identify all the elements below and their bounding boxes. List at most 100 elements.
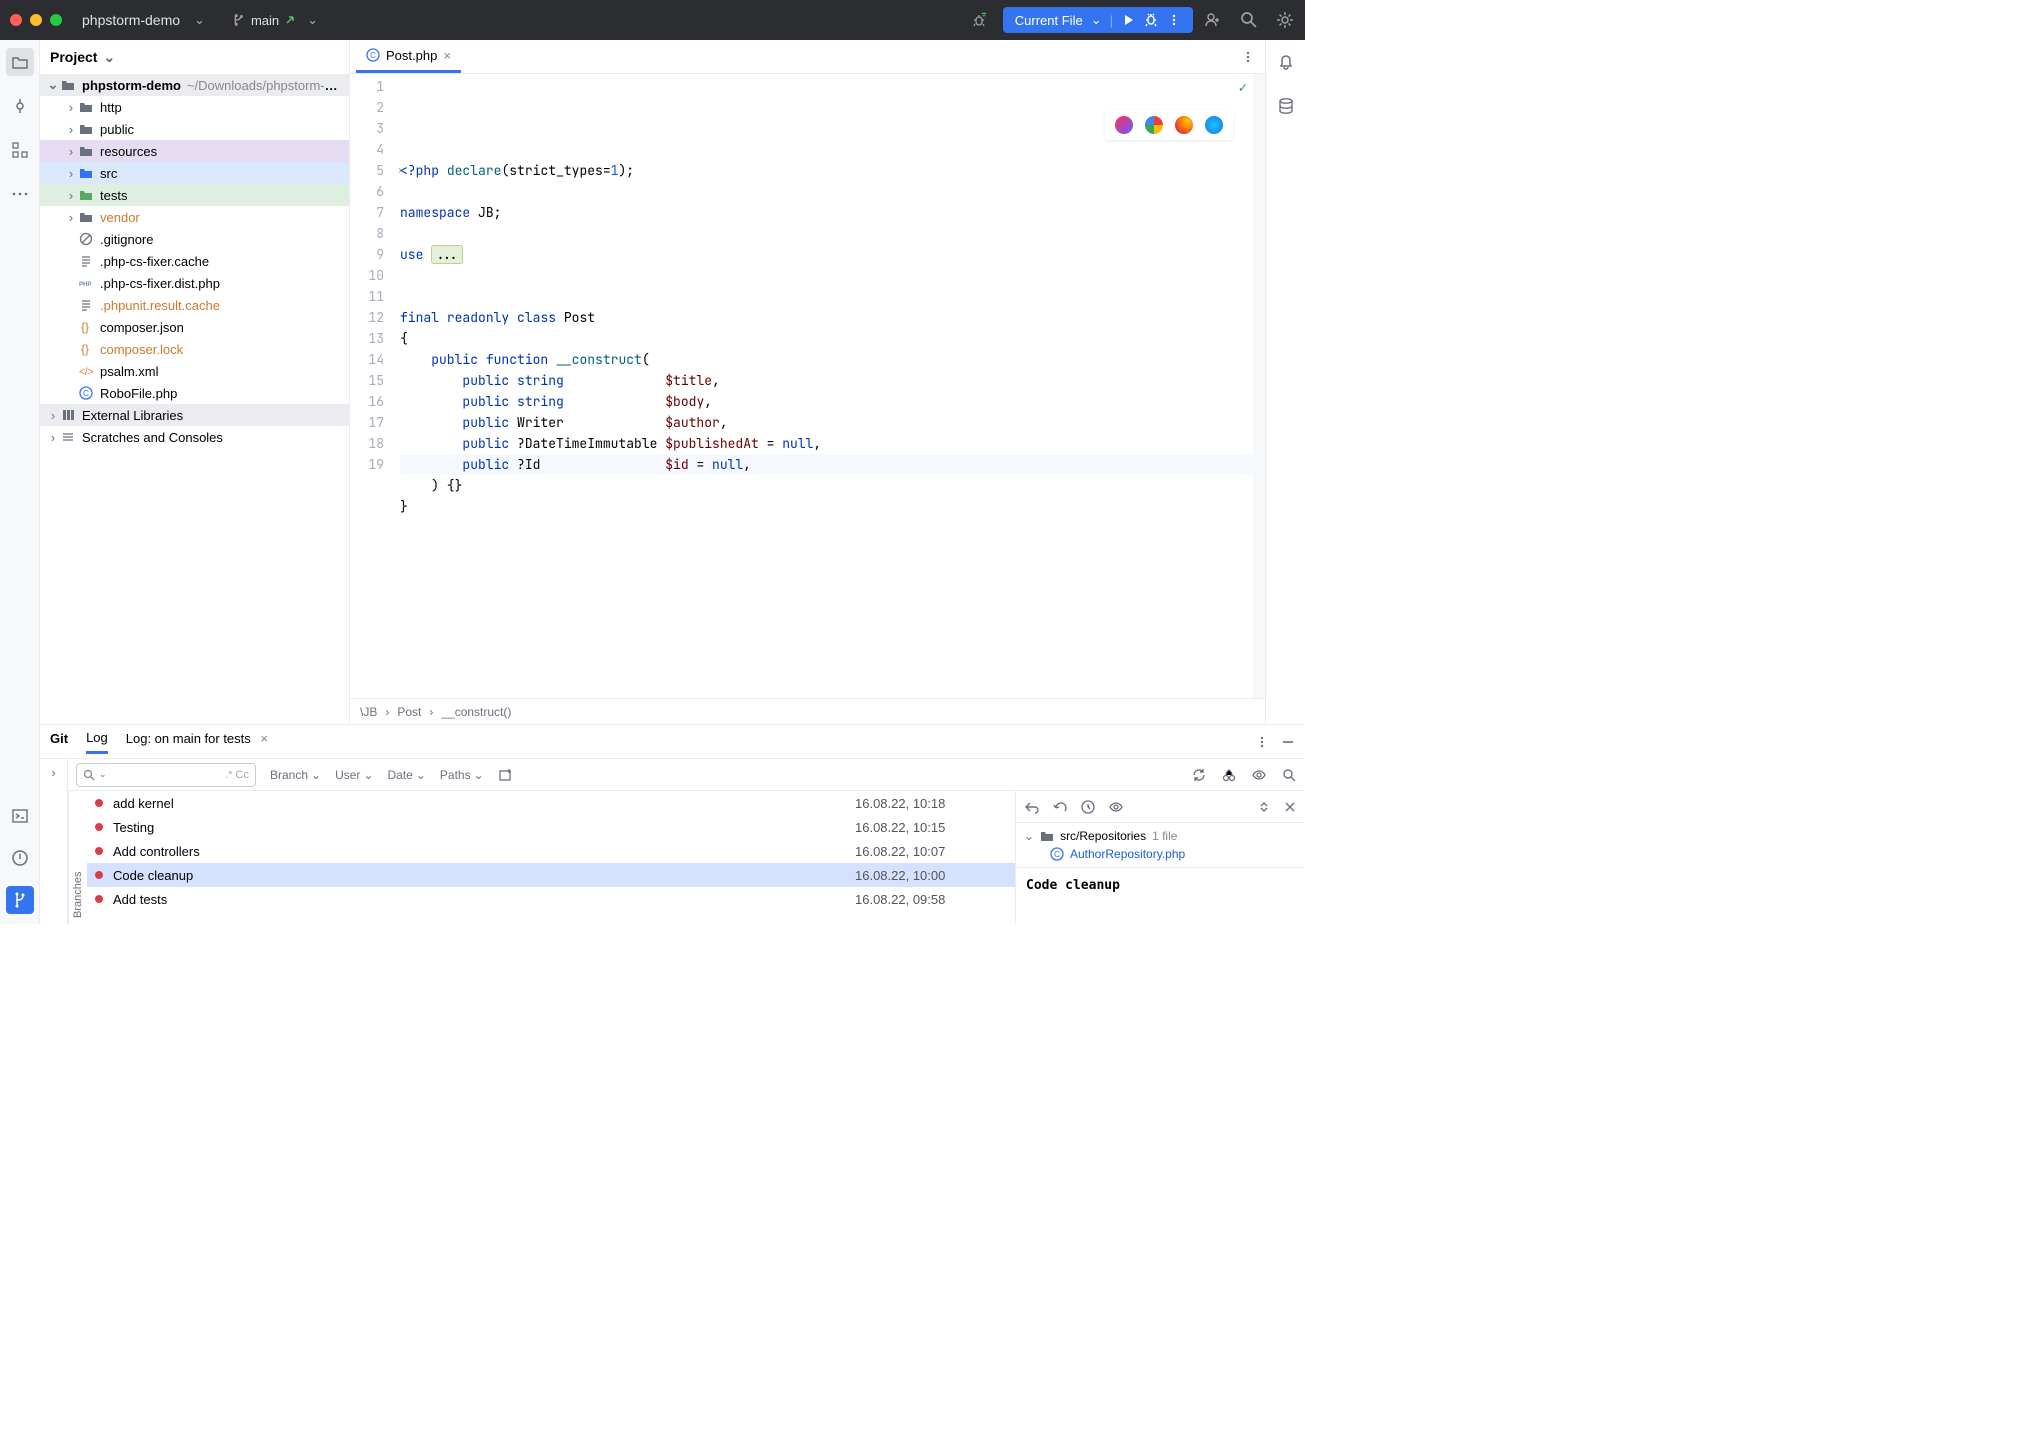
- breadcrumb-item[interactable]: \JB: [360, 705, 377, 719]
- close-icon[interactable]: ×: [443, 48, 451, 63]
- breadcrumbs[interactable]: \JB › Post › __construct(): [350, 698, 1265, 724]
- tree-row[interactable]: .gitignore: [40, 228, 349, 250]
- history-icon[interactable]: [1080, 799, 1096, 815]
- breadcrumb-item[interactable]: Post: [397, 705, 421, 719]
- search-options[interactable]: .* Cc: [225, 769, 249, 781]
- phpstorm-icon[interactable]: [1115, 116, 1133, 134]
- project-tree[interactable]: ⌄ phpstorm-demo~/Downloads/phpstorm-demo…: [40, 74, 349, 724]
- more-icon[interactable]: [1255, 735, 1269, 749]
- tree-row[interactable]: ›resources: [40, 140, 349, 162]
- more-tool-button[interactable]: [6, 180, 34, 208]
- breadcrumb-item[interactable]: __construct(): [441, 705, 511, 719]
- close-window-button[interactable]: [10, 14, 22, 26]
- chevron-right-icon[interactable]: ›: [64, 166, 78, 180]
- tree-row[interactable]: {}composer.json: [40, 316, 349, 338]
- tree-row[interactable]: ›public: [40, 118, 349, 140]
- bug-wifi-icon[interactable]: [969, 10, 989, 30]
- chrome-icon[interactable]: [1145, 116, 1163, 134]
- commit-tool-button[interactable]: [6, 92, 34, 120]
- chevron-down-icon[interactable]: ⌄: [1024, 829, 1034, 843]
- safari-icon[interactable]: [1205, 116, 1223, 134]
- vcs-branch-widget[interactable]: main ⌄: [231, 12, 324, 28]
- refresh-icon[interactable]: [1191, 767, 1207, 783]
- chevron-right-icon[interactable]: ›: [64, 210, 78, 224]
- tree-row[interactable]: </>psalm.xml: [40, 360, 349, 382]
- tree-row[interactable]: PHP.php-cs-fixer.dist.php: [40, 272, 349, 294]
- chevron-right-icon[interactable]: ›: [64, 188, 78, 202]
- code-with-me-icon[interactable]: [1203, 10, 1223, 30]
- chevron-down-icon[interactable]: ⌄: [46, 78, 60, 92]
- git-search-input[interactable]: ⌄ .* Cc: [76, 763, 256, 787]
- commit-row[interactable]: add kernel16.08.22, 10:18: [87, 791, 1015, 815]
- database-tool-button[interactable]: [1272, 92, 1300, 120]
- tree-row[interactable]: ›http: [40, 96, 349, 118]
- tree-row[interactable]: .phpunit.result.cache: [40, 294, 349, 316]
- minimize-window-button[interactable]: [30, 14, 42, 26]
- eye-icon[interactable]: [1108, 799, 1124, 815]
- expand-branches-button[interactable]: ›: [40, 759, 68, 924]
- more-icon[interactable]: [1167, 13, 1181, 27]
- branches-sidebar-label[interactable]: Branches: [68, 791, 87, 924]
- chevron-down-icon[interactable]: ⌄: [103, 49, 115, 66]
- code-area[interactable]: ✓ <?php declare(strict_types=1);namespac…: [394, 74, 1265, 698]
- tree-row[interactable]: ›vendor: [40, 206, 349, 228]
- more-icon[interactable]: [1241, 50, 1255, 64]
- git-tool-button[interactable]: [6, 886, 34, 914]
- commit-row[interactable]: Testing16.08.22, 10:15: [87, 815, 1015, 839]
- filter-user[interactable]: User ⌄: [335, 768, 373, 782]
- tree-root[interactable]: ⌄ phpstorm-demo~/Downloads/phpstorm-demo: [40, 74, 349, 96]
- revert-icon[interactable]: [1024, 799, 1040, 815]
- git-tab-log[interactable]: Log: [86, 730, 108, 754]
- chevron-right-icon[interactable]: ›: [64, 100, 78, 114]
- chevron-down-icon[interactable]: ⌄: [99, 769, 107, 780]
- open-new-tab-icon[interactable]: [498, 767, 514, 783]
- debug-icon[interactable]: [1143, 12, 1159, 28]
- notifications-tool-button[interactable]: [1272, 48, 1300, 76]
- editor-tab[interactable]: C Post.php ×: [356, 40, 461, 73]
- cherry-pick-icon[interactable]: [1221, 767, 1237, 783]
- folder-src-icon: [78, 165, 94, 181]
- filter-branch[interactable]: Branch ⌄: [270, 768, 321, 782]
- git-tab-log2[interactable]: Log: on main for tests ×: [126, 731, 268, 752]
- project-tool-button[interactable]: [6, 48, 34, 76]
- undo-icon[interactable]: [1052, 799, 1068, 815]
- commits-list[interactable]: add kernel16.08.22, 10:18Testing16.08.22…: [87, 791, 1015, 924]
- tree-row[interactable]: ›src: [40, 162, 349, 184]
- problems-tool-button[interactable]: [6, 844, 34, 872]
- file-group[interactable]: ⌄ src/Repositories 1 file: [1024, 829, 1297, 843]
- editor-marker-strip[interactable]: [1253, 74, 1265, 698]
- commit-row[interactable]: Add tests16.08.22, 09:58: [87, 887, 1015, 911]
- tree-row[interactable]: .php-cs-fixer.cache: [40, 250, 349, 272]
- commit-row[interactable]: Code cleanup16.08.22, 10:00: [87, 863, 1015, 887]
- inspection-ok-icon[interactable]: ✓: [1239, 78, 1247, 99]
- chevron-right-icon[interactable]: ›: [46, 430, 60, 444]
- search-icon[interactable]: [1281, 767, 1297, 783]
- tree-row[interactable]: CRoboFile.php: [40, 382, 349, 404]
- expand-icon[interactable]: [1257, 800, 1271, 814]
- project-name[interactable]: phpstorm-demo: [82, 12, 180, 28]
- changed-file[interactable]: C AuthorRepository.php: [1024, 847, 1297, 861]
- gear-icon[interactable]: [1275, 10, 1295, 30]
- structure-tool-button[interactable]: [6, 136, 34, 164]
- chevron-right-icon[interactable]: ›: [64, 122, 78, 136]
- filter-paths[interactable]: Paths ⌄: [440, 768, 484, 782]
- play-icon[interactable]: [1121, 13, 1135, 27]
- eye-icon[interactable]: [1251, 767, 1267, 783]
- maximize-window-button[interactable]: [50, 14, 62, 26]
- run-config-button[interactable]: Current File ⌄ |: [1003, 7, 1193, 33]
- tree-scratches[interactable]: › Scratches and Consoles: [40, 426, 349, 448]
- chevron-right-icon[interactable]: ›: [64, 144, 78, 158]
- commit-row[interactable]: Add controllers16.08.22, 10:07: [87, 839, 1015, 863]
- close-icon[interactable]: ×: [260, 731, 268, 746]
- tree-external-libs[interactable]: › External Libraries: [40, 404, 349, 426]
- terminal-tool-button[interactable]: [6, 802, 34, 830]
- tree-row[interactable]: {}composer.lock: [40, 338, 349, 360]
- close-icon[interactable]: [1283, 800, 1297, 814]
- chevron-right-icon[interactable]: ›: [46, 408, 60, 422]
- tree-row[interactable]: ›tests: [40, 184, 349, 206]
- hide-icon[interactable]: [1281, 735, 1295, 749]
- editor-body[interactable]: 12345678910111213141516171819 › ✓ <?php …: [350, 74, 1265, 698]
- filter-date[interactable]: Date ⌄: [388, 768, 426, 782]
- search-icon[interactable]: [1239, 10, 1259, 30]
- firefox-icon[interactable]: [1175, 116, 1193, 134]
